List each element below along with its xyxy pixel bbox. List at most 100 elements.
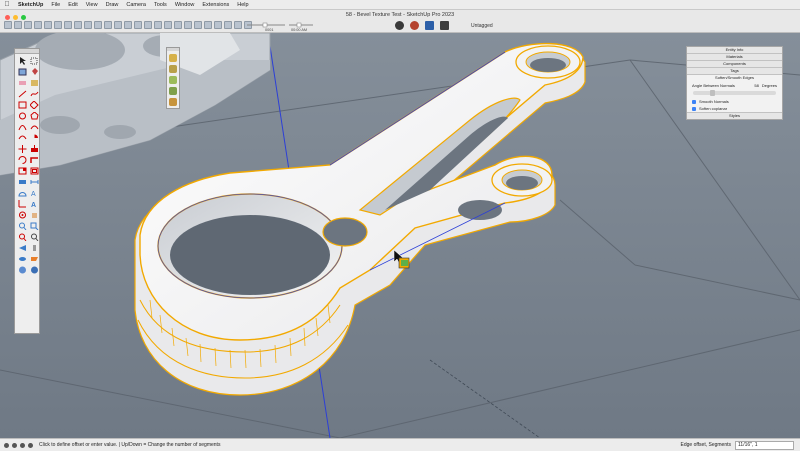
menu-edit[interactable]: Edit: [64, 2, 81, 8]
share-icon[interactable]: [440, 21, 449, 30]
soften-coplanar-checkbox[interactable]: [692, 106, 696, 111]
menu-extensions[interactable]: Extensions: [198, 2, 233, 8]
zoom-tool-icon[interactable]: [18, 222, 27, 231]
menu-help[interactable]: Help: [233, 2, 252, 8]
protractor-tool-icon[interactable]: [18, 189, 27, 197]
select-arrow-icon[interactable]: [18, 57, 27, 65]
smoove-icon[interactable]: [169, 76, 177, 84]
paint-bucket-tool-icon[interactable]: [30, 68, 39, 76]
tag-selector[interactable]: Untagged: [471, 23, 493, 29]
section-plane-icon[interactable]: [30, 255, 39, 263]
three-point-arc-icon[interactable]: [18, 134, 27, 142]
layout-icon[interactable]: [425, 21, 434, 30]
sandbox-from-contours-icon[interactable]: [169, 54, 177, 62]
menu-file[interactable]: File: [47, 2, 64, 8]
offset-icon[interactable]: [74, 21, 82, 29]
freehand-tool-icon[interactable]: [30, 90, 39, 98]
front-view-icon[interactable]: [214, 21, 222, 29]
pan-icon[interactable]: [164, 21, 172, 29]
zoom-icon[interactable]: [174, 21, 182, 29]
lasso-select-icon[interactable]: [30, 57, 39, 65]
pie-tool-icon[interactable]: [30, 134, 39, 142]
tray-panel-materials[interactable]: Materials: [687, 54, 782, 61]
menu-camera[interactable]: Camera: [122, 2, 150, 8]
previous-view-icon[interactable]: [30, 233, 39, 242]
select-tool-icon[interactable]: [14, 21, 22, 29]
orbit-icon[interactable]: [154, 21, 162, 29]
two-point-arc-icon[interactable]: [30, 123, 39, 131]
pan-tool-icon[interactable]: [30, 211, 39, 219]
move-icon[interactable]: [84, 21, 92, 29]
geo-location-icon[interactable]: [4, 442, 9, 448]
app-menu[interactable]: SketchUp: [14, 2, 47, 8]
push-pull-tool-icon[interactable]: [30, 145, 39, 153]
menu-window[interactable]: Window: [171, 2, 199, 8]
3d-text-tool-icon[interactable]: A: [30, 200, 39, 209]
menu-draw[interactable]: Draw: [102, 2, 123, 8]
zoom-extents-icon[interactable]: [184, 21, 192, 29]
line-tool-icon[interactable]: [34, 21, 42, 29]
smooth-normals-row[interactable]: Smooth Normals: [687, 97, 782, 106]
position-camera-icon[interactable]: [18, 244, 27, 252]
dimension-tool-icon[interactable]: [30, 178, 39, 186]
right-view-icon[interactable]: [224, 21, 232, 29]
orbit-tool-icon[interactable]: [18, 211, 27, 219]
top-view-icon[interactable]: [204, 21, 212, 29]
look-around-icon[interactable]: [18, 255, 27, 263]
display-section-icon[interactable]: [18, 266, 27, 274]
measurements-input[interactable]: 11/16", 1: [735, 440, 794, 450]
text-tool-icon[interactable]: [134, 21, 142, 29]
circle-tool-icon[interactable]: [18, 112, 27, 120]
arc-tool-icon-2[interactable]: [18, 123, 27, 131]
scale-tool-icon[interactable]: [18, 167, 27, 175]
tray-panel-styles[interactable]: Styles: [687, 112, 782, 119]
iso-view-icon[interactable]: [194, 21, 202, 29]
text-tool-icon-2[interactable]: A: [30, 189, 39, 198]
zoom-window-tool-icon[interactable]: [30, 222, 39, 231]
user-icon[interactable]: [20, 442, 25, 448]
zoom-extents-tool-icon[interactable]: [18, 233, 27, 242]
search-icon[interactable]: [4, 21, 12, 29]
sandbox-from-scratch-icon[interactable]: [169, 65, 177, 73]
push-pull-icon[interactable]: [64, 21, 72, 29]
credits-icon[interactable]: [12, 442, 17, 448]
display-cuts-icon[interactable]: [30, 266, 39, 274]
tray-panel-entity-info[interactable]: Entity Info: [687, 47, 782, 54]
eraser-tool-icon[interactable]: [18, 79, 27, 87]
tape-measure-icon[interactable]: [124, 21, 132, 29]
help-icon[interactable]: [28, 442, 33, 448]
walk-tool-icon[interactable]: [30, 244, 39, 252]
stamp-icon[interactable]: [169, 87, 177, 95]
arc-tool-icon[interactable]: [44, 21, 52, 29]
tray-panel-components[interactable]: Components: [687, 61, 782, 68]
shape-tool-icon[interactable]: [54, 21, 62, 29]
extension-warehouse-icon[interactable]: [410, 21, 419, 30]
angle-slider[interactable]: [693, 90, 776, 96]
tray-panel-tags[interactable]: Tags: [687, 68, 782, 75]
rectangle-tool-icon[interactable]: [18, 101, 27, 109]
tag-tool-icon[interactable]: [30, 79, 39, 87]
tape-measure-tool-icon[interactable]: [18, 178, 27, 186]
sandbox-palette-handle[interactable]: [167, 48, 179, 51]
follow-me-icon[interactable]: [114, 21, 122, 29]
line-tool-icon-2[interactable]: [18, 90, 27, 98]
drape-icon[interactable]: [169, 98, 177, 106]
apple-icon[interactable]: : [0, 1, 14, 8]
smooth-normals-checkbox[interactable]: [692, 99, 696, 104]
axes-tool-icon[interactable]: [18, 200, 27, 208]
rotated-rect-tool-icon[interactable]: [29, 100, 39, 110]
follow-me-tool-icon[interactable]: [30, 156, 39, 164]
make-component-icon[interactable]: [18, 68, 27, 76]
rotate-tool-icon[interactable]: [18, 156, 27, 164]
warehouse-icon[interactable]: [395, 21, 404, 30]
eraser-icon[interactable]: [24, 21, 32, 29]
menu-tools[interactable]: Tools: [150, 2, 171, 8]
scale-icon[interactable]: [104, 21, 112, 29]
model-viewport[interactable]: [0, 33, 800, 438]
menu-view[interactable]: View: [82, 2, 102, 8]
move-tool-icon[interactable]: [18, 145, 27, 153]
paint-bucket-icon[interactable]: [144, 21, 152, 29]
rotate-icon[interactable]: [94, 21, 102, 29]
angle-slider-knob[interactable]: [709, 90, 715, 96]
polygon-tool-icon[interactable]: [30, 111, 39, 120]
